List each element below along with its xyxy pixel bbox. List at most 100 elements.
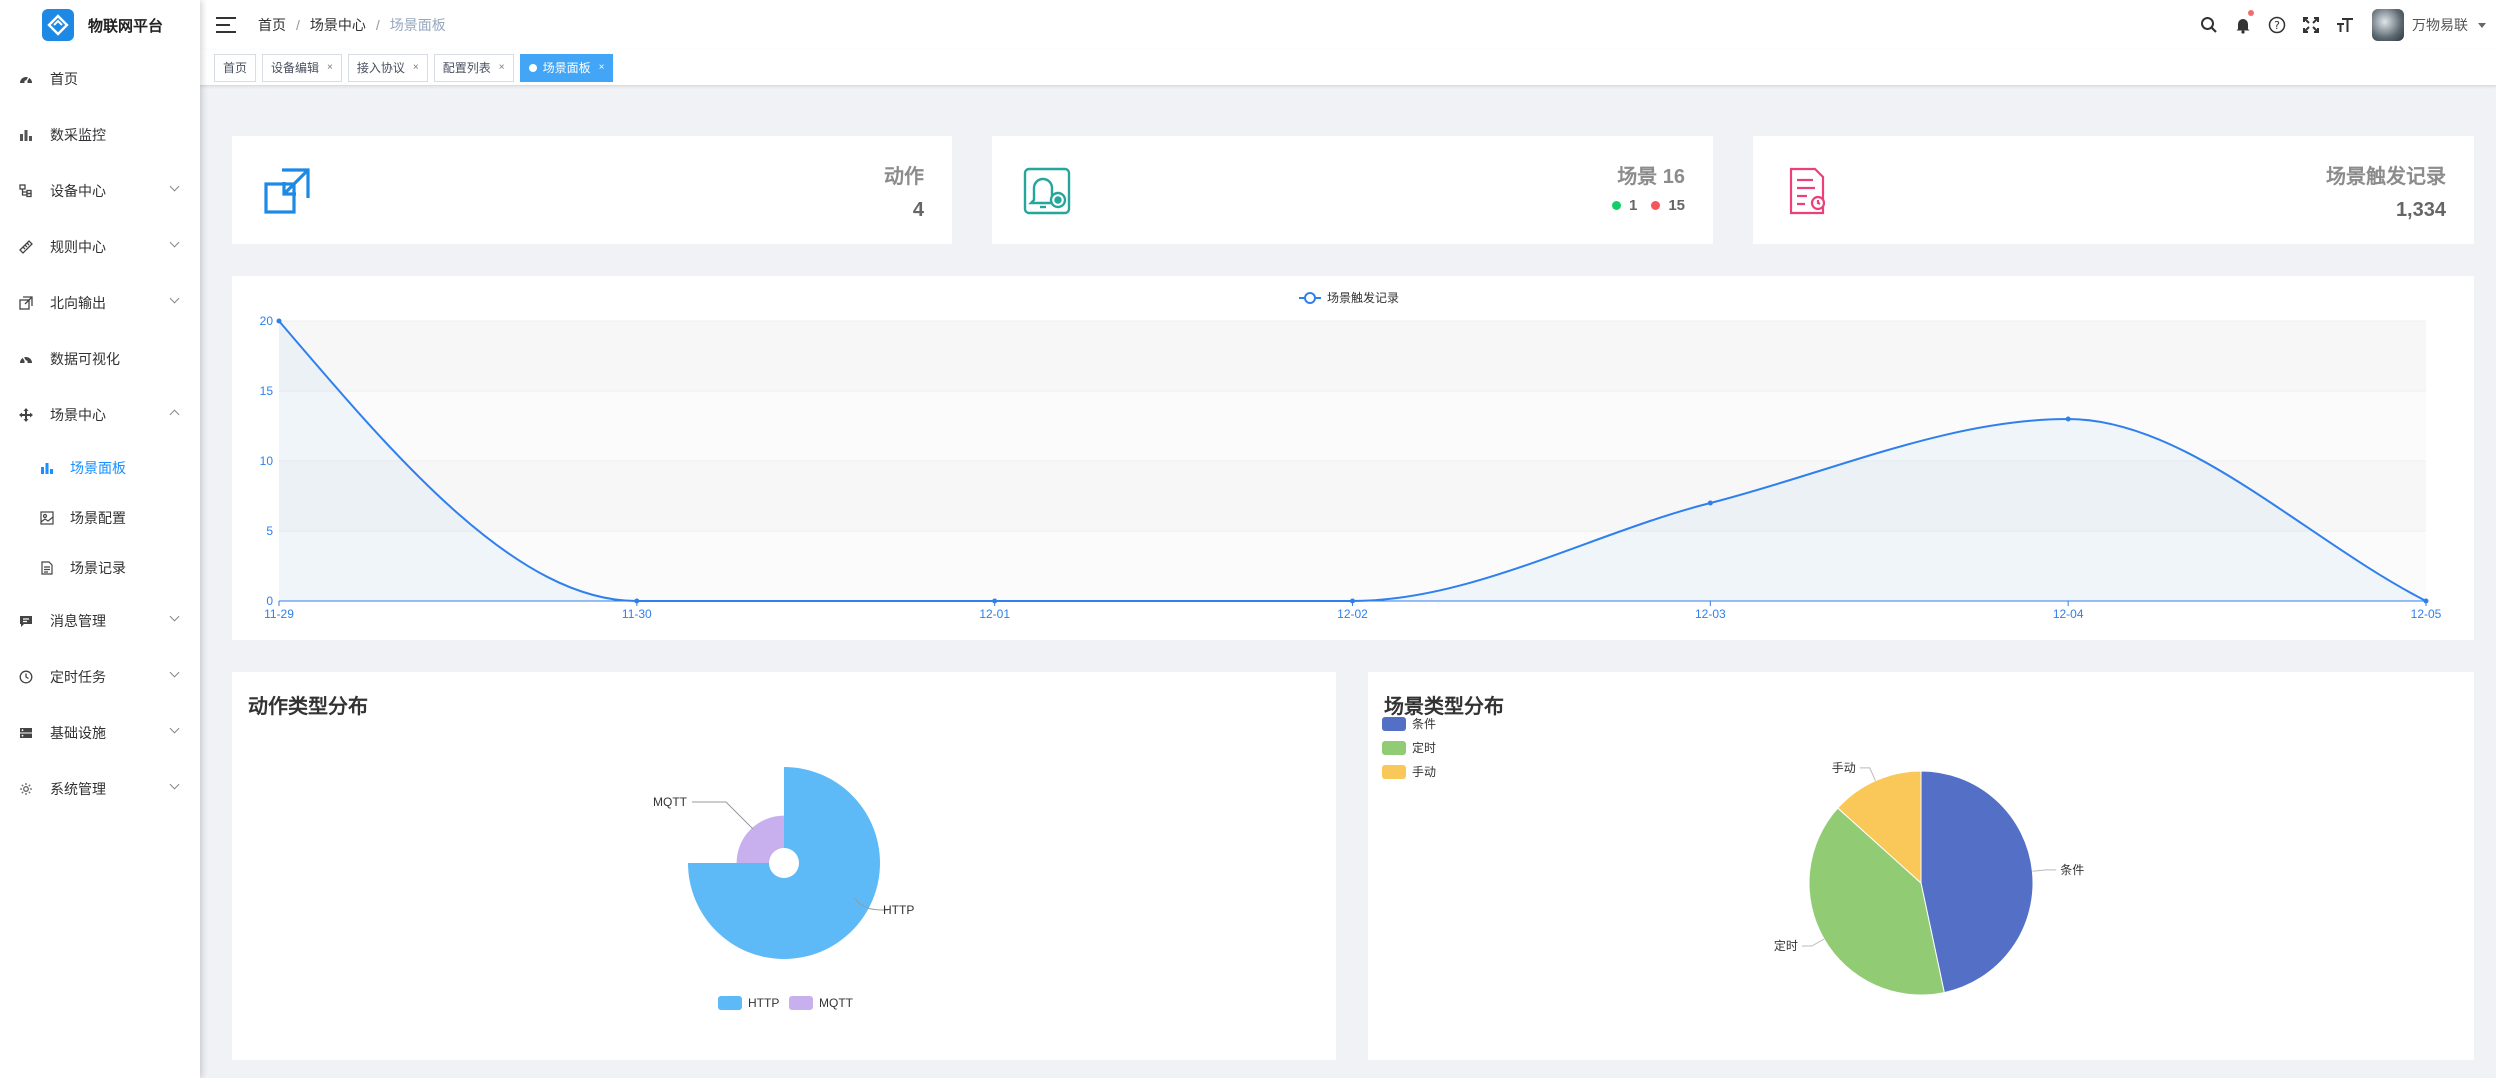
- grid-band: [279, 321, 2426, 391]
- stat-value: 4: [912, 199, 924, 221]
- y-tick-label: 10: [260, 454, 274, 468]
- close-icon[interactable]: ×: [599, 62, 605, 73]
- close-icon[interactable]: ×: [499, 62, 505, 73]
- chevron-down-icon: [169, 667, 180, 678]
- sidebar-item-label: 数据可视化: [50, 351, 120, 367]
- pie-label: 定时: [1774, 938, 1798, 953]
- pie-label: 条件: [2060, 863, 2084, 877]
- sidebar-subitem[interactable]: 场景记录: [0, 543, 200, 593]
- tag-device-edit[interactable]: 设备编辑 ×: [262, 53, 342, 82]
- sidebar-subitem-label: 场景配置: [70, 510, 126, 526]
- sidebar-item[interactable]: 基础设施: [0, 705, 200, 761]
- tag-label: 场景面板: [542, 61, 591, 75]
- scene-pie-card: 场景类型分布 条件 定时 手动 条件 定时 手动: [1368, 672, 2474, 1060]
- logo-icon: [42, 9, 74, 41]
- legend-label: MQTT: [819, 996, 854, 1010]
- bell-gear-icon: [1020, 164, 1074, 218]
- x-tick-label: 12-05: [2411, 607, 2442, 621]
- close-icon[interactable]: ×: [413, 62, 419, 73]
- line-point: [634, 598, 640, 604]
- line-point: [2423, 598, 2429, 604]
- avatar[interactable]: [2372, 9, 2404, 41]
- active-dot: [528, 63, 537, 72]
- tag-label: 接入协议: [356, 61, 405, 75]
- bell-icon[interactable]: [2226, 0, 2260, 50]
- x-tick-label: 11-30: [622, 607, 652, 621]
- ruler-icon: [18, 239, 34, 255]
- breadcrumb-item-scene-center[interactable]: 场景中心: [310, 15, 366, 35]
- legend-swatch: [1382, 741, 1406, 755]
- sidebar-item-label: 北向输出: [50, 295, 106, 311]
- help-icon[interactable]: ?: [2260, 0, 2294, 50]
- tag-scene-panel[interactable]: 场景面板 ×: [519, 53, 614, 82]
- sidebar-item[interactable]: 系统管理: [0, 761, 200, 817]
- sidebar-item[interactable]: 首页: [0, 51, 200, 107]
- tag-label: 配置列表: [442, 61, 491, 75]
- tag-config-list[interactable]: 配置列表 ×: [433, 53, 514, 82]
- sidebar-item-label: 场景中心: [50, 407, 106, 423]
- stat-title: 场景 16: [1617, 166, 1685, 188]
- sidebar-item-label: 首页: [50, 71, 78, 87]
- legend-label: 条件: [1412, 717, 1436, 731]
- sidebar-item[interactable]: 数采监控: [0, 107, 200, 163]
- sidebar-item[interactable]: 北向输出: [0, 275, 200, 331]
- sidebar-item[interactable]: 定时任务: [0, 649, 200, 705]
- x-tick-label: 12-04: [2053, 607, 2084, 621]
- search-icon[interactable]: [2192, 0, 2226, 50]
- sidebar-item[interactable]: 规则中心: [0, 219, 200, 275]
- breadcrumb-item-home[interactable]: 首页: [258, 15, 286, 35]
- breadcrumb-separator: /: [375, 17, 380, 33]
- x-tick-label: 11-29: [264, 607, 294, 621]
- close-icon[interactable]: ×: [327, 62, 333, 73]
- chevron-up-icon: [169, 409, 180, 420]
- bar-chart-icon: [40, 461, 54, 475]
- line-point: [992, 598, 998, 604]
- legend-marker: [1304, 292, 1316, 304]
- sidebar-item-label: 规则中心: [50, 239, 106, 255]
- hamburger-toggle-icon[interactable]: [216, 17, 236, 33]
- action-pie-card: 动作类型分布 HTTP MQTT HTTP MQTT: [232, 672, 1336, 1060]
- tag-home[interactable]: 首页: [214, 53, 257, 82]
- sidebar-item[interactable]: 场景中心: [0, 387, 200, 443]
- breadcrumb-separator: /: [296, 17, 300, 33]
- clock-icon: [18, 669, 34, 685]
- disabled-count: 15: [1668, 197, 1685, 214]
- sidebar-item-label: 数采监控: [50, 127, 106, 143]
- sidebar-item[interactable]: 数据可视化: [0, 331, 200, 387]
- font-size-icon[interactable]: [2328, 0, 2362, 50]
- tag-protocol[interactable]: 接入协议 ×: [347, 53, 428, 82]
- stat-card-scenes: 场景 16 1 15: [992, 136, 1713, 244]
- card-title: 场景类型分布: [1384, 696, 1504, 718]
- line-point: [276, 318, 282, 324]
- sidebar-item-label: 系统管理: [50, 781, 106, 797]
- sidebar-item-label: 消息管理: [50, 613, 106, 629]
- gear-icon: [18, 781, 34, 797]
- stat-value: 1,334: [2395, 199, 2446, 221]
- fullscreen-icon[interactable]: [2294, 0, 2328, 50]
- legend-swatch: [1382, 765, 1406, 779]
- caret-down-icon[interactable]: [2478, 22, 2486, 28]
- chevron-down-icon: [169, 237, 180, 248]
- dashboard-icon: [18, 71, 34, 87]
- x-tick-label: 12-02: [1337, 607, 1368, 621]
- sidebar-item[interactable]: 消息管理: [0, 593, 200, 649]
- external-link-icon: [260, 164, 314, 218]
- trigger-line-chart-card: 0 5 10 15 20 11-29 11-30 12-01 12-02 12-03 12-04 12…: [232, 276, 2474, 640]
- logo[interactable]: 物联网平台: [0, 0, 200, 50]
- sidebar-subitem[interactable]: 场景配置: [0, 493, 200, 543]
- username[interactable]: 万物易联: [2412, 15, 2468, 35]
- legend-swatch: [789, 996, 813, 1010]
- sidebar-subitem-label: 场景面板: [70, 460, 126, 476]
- y-tick-label: 5: [266, 524, 273, 538]
- sidebar-item-label: 基础设施: [50, 725, 106, 741]
- chevron-down-icon: [169, 181, 180, 192]
- export-icon: [18, 295, 34, 311]
- sidebar-subitem[interactable]: 场景面板: [0, 443, 200, 493]
- stat-card-records: 场景触发记录 1,334: [1753, 136, 2474, 244]
- legend-label: 定时: [1412, 740, 1436, 755]
- sidebar-item[interactable]: 设备中心: [0, 163, 200, 219]
- line-chart: 0 5 10 15 20 11-29 11-30 12-01 12-02 12-03 12-04 12…: [260, 290, 2442, 621]
- svg-text:?: ?: [2274, 19, 2280, 32]
- x-tick-label: 12-03: [1695, 607, 1726, 621]
- sidebar-item-label: 定时任务: [50, 669, 106, 685]
